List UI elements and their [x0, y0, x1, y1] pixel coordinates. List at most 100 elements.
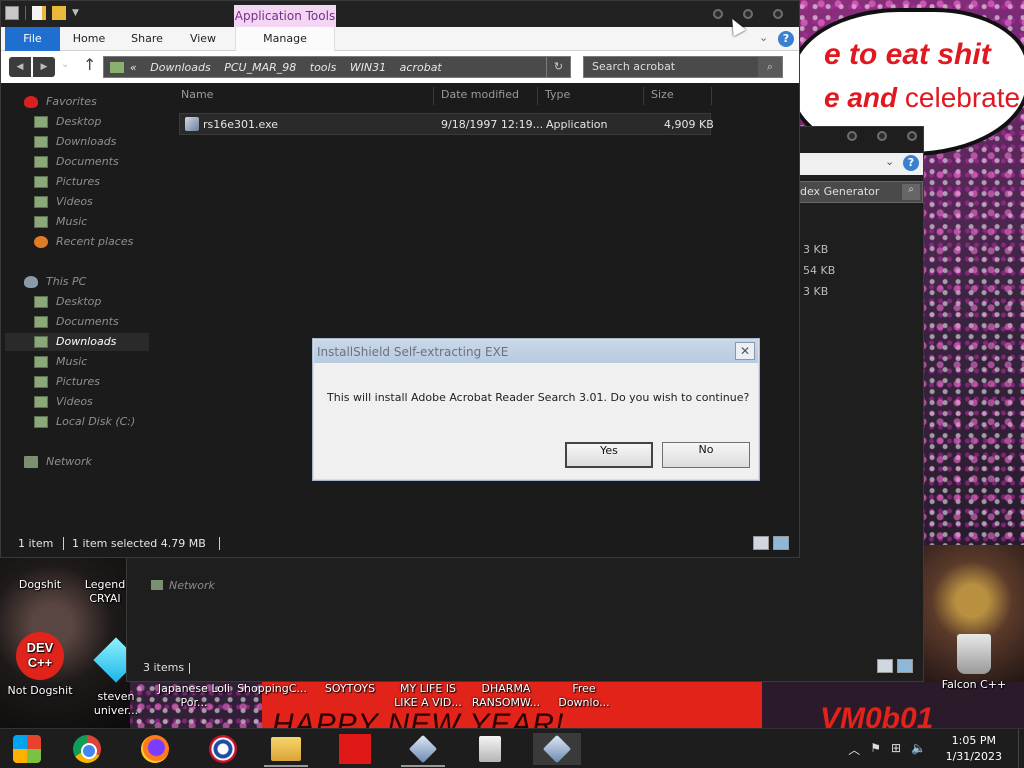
- column-header-date[interactable]: Date modified: [441, 88, 519, 101]
- nav-item-recent-places[interactable]: Recent places: [34, 233, 133, 251]
- nav-item-fav-desktop[interactable]: Desktop: [34, 113, 101, 131]
- column-header-name[interactable]: Name: [181, 88, 213, 101]
- show-desktop-button[interactable]: [1018, 729, 1024, 768]
- chevron-down-icon[interactable]: ▼: [72, 8, 79, 18]
- forward-button[interactable]: ▶: [33, 57, 55, 77]
- column-header-size[interactable]: Size: [651, 88, 674, 101]
- close-button[interactable]: [773, 9, 783, 19]
- search-input[interactable]: Search acrobat ⌕: [583, 56, 783, 78]
- minimize-button[interactable]: [847, 131, 857, 141]
- tab-file[interactable]: File: [5, 27, 60, 51]
- refresh-icon[interactable]: ↻: [546, 57, 570, 77]
- taskbar-app-file-explorer[interactable]: [262, 733, 310, 767]
- close-button[interactable]: [907, 131, 917, 141]
- tab-view[interactable]: View: [179, 27, 227, 51]
- taskbar-app-obama[interactable]: [199, 733, 247, 765]
- breadcrumb-item[interactable]: acrobat: [400, 61, 442, 74]
- minimize-button[interactable]: [713, 9, 723, 19]
- details-view-icon[interactable]: [877, 659, 893, 673]
- taskbar-app-start[interactable]: [3, 733, 51, 765]
- wallpaper-text-line1: e to eat shit: [824, 38, 991, 71]
- taskbar-clock[interactable]: 1:05 PM 1/31/2023: [946, 733, 1002, 765]
- nav-item-fav-documents[interactable]: Documents: [34, 153, 119, 171]
- column-divider[interactable]: [537, 87, 538, 105]
- desktop-icon-free[interactable]: Free Downlo...: [546, 682, 622, 710]
- taskbar-app-document[interactable]: [466, 733, 514, 765]
- column-divider[interactable]: [643, 87, 644, 105]
- breadcrumb-overflow[interactable]: «: [130, 61, 137, 74]
- no-button[interactable]: No: [662, 442, 750, 468]
- chevron-up-icon[interactable]: ︿: [848, 741, 860, 758]
- column-divider[interactable]: [433, 87, 434, 105]
- taskbar-app-firefox[interactable]: [131, 733, 179, 765]
- desktop-icon-shopping[interactable]: ShoppingC...: [234, 682, 310, 696]
- breadcrumb-item[interactable]: WIN31: [350, 61, 386, 74]
- volume-icon[interactable]: 🔈: [911, 741, 926, 758]
- address-bar[interactable]: « Downloads PCU_MAR_98 tools WIN31 acrob…: [103, 56, 571, 78]
- installshield-dialog[interactable]: InstallShield Self-extracting EXE ✕ This…: [312, 338, 760, 481]
- nav-item-favorites[interactable]: Favorites: [24, 93, 97, 111]
- large-icons-view-icon[interactable]: [773, 536, 789, 550]
- help-icon[interactable]: ?: [903, 155, 919, 171]
- nav-item-fav-videos[interactable]: Videos: [34, 193, 93, 211]
- desktop-icon-falcon[interactable]: Falcon C++: [936, 634, 1012, 692]
- search-input[interactable]: dex Generator ⌕: [795, 181, 923, 203]
- tab-share[interactable]: Share: [121, 27, 173, 51]
- back-button[interactable]: ◀: [9, 57, 31, 77]
- nav-item-pc-downloads[interactable]: Downloads: [4, 333, 150, 351]
- breadcrumb-item[interactable]: PCU_MAR_98: [224, 61, 296, 74]
- nav-item-network[interactable]: Network: [24, 453, 92, 471]
- recent-locations-chevron-icon[interactable]: ⌄: [61, 59, 69, 70]
- flag-icon[interactable]: ⚑: [870, 741, 881, 758]
- tab-home[interactable]: Home: [63, 27, 115, 51]
- search-icon[interactable]: ⌕: [758, 57, 782, 77]
- maximize-button[interactable]: [877, 131, 887, 141]
- desktop-icon-mylife[interactable]: MY LIFE IS LIKE A VID...: [390, 682, 466, 710]
- breadcrumb-item[interactable]: Downloads: [150, 61, 210, 74]
- column-header-type[interactable]: Type: [545, 88, 570, 101]
- desktop-icon-label: Not Dogshit: [7, 684, 73, 697]
- search-icon[interactable]: ⌕: [902, 184, 920, 200]
- chevron-down-icon[interactable]: ⌄: [885, 155, 894, 168]
- column-divider[interactable]: [711, 87, 712, 105]
- navigation-pane: Favorites Desktop Downloads Documents Pi…: [1, 83, 161, 523]
- file-row[interactable]: rs16e301.exe 9/18/1997 12:19... Applicat…: [179, 113, 714, 135]
- help-icon[interactable]: ?: [778, 31, 794, 47]
- large-icons-view-icon[interactable]: [897, 659, 913, 673]
- nav-item-fav-pictures[interactable]: Pictures: [34, 173, 100, 191]
- desktop-icon-not-dogshit[interactable]: DEV C++ Not Dogshit: [2, 632, 78, 698]
- taskbar-app-red[interactable]: [331, 733, 379, 765]
- taskbar-app-installshield[interactable]: [533, 733, 581, 765]
- taskbar-app-chrome[interactable]: [63, 733, 111, 765]
- nav-item-local-disk[interactable]: Local Disk (C:): [34, 413, 135, 431]
- nav-item-pc-music[interactable]: Music: [34, 353, 87, 371]
- title-bar[interactable]: ▼ Application Tools: [1, 1, 799, 27]
- properties-icon[interactable]: [32, 6, 46, 20]
- nav-item-pc-pictures[interactable]: Pictures: [34, 373, 100, 391]
- taskbar-app-installer[interactable]: [399, 733, 447, 767]
- desktop-icon-japanese[interactable]: Japanese Loli Por...: [156, 682, 232, 710]
- desktop-icon-dogshit[interactable]: Dogshit: [2, 578, 78, 592]
- new-folder-icon[interactable]: [52, 6, 66, 20]
- network-icon[interactable]: ⊞: [891, 741, 901, 758]
- desktop-icon-soytoys[interactable]: SOYTOYS: [312, 682, 388, 696]
- executable-icon: [185, 117, 199, 131]
- close-icon[interactable]: ✕: [735, 342, 755, 360]
- nav-item-network[interactable]: Network: [151, 579, 215, 592]
- desktop-icon: [34, 296, 48, 308]
- nav-item-pc-documents[interactable]: Documents: [34, 313, 119, 331]
- desktop-icon-label: Free Downlo...: [558, 682, 610, 709]
- yes-button[interactable]: Yes: [565, 442, 653, 468]
- details-view-icon[interactable]: [753, 536, 769, 550]
- nav-item-fav-music[interactable]: Music: [34, 213, 87, 231]
- maximize-button[interactable]: [743, 9, 753, 19]
- tab-manage[interactable]: Manage: [235, 27, 335, 51]
- nav-item-fav-downloads[interactable]: Downloads: [34, 133, 116, 151]
- up-arrow-icon[interactable]: ↑: [83, 55, 96, 74]
- nav-item-pc-desktop[interactable]: Desktop: [34, 293, 101, 311]
- nav-item-pc-videos[interactable]: Videos: [34, 393, 93, 411]
- breadcrumb-item[interactable]: tools: [310, 61, 337, 74]
- desktop-icon-dharma[interactable]: DHARMA RANSOMW...: [468, 682, 544, 710]
- nav-item-this-pc[interactable]: This PC: [24, 273, 86, 291]
- chevron-down-icon[interactable]: ⌄: [759, 31, 768, 44]
